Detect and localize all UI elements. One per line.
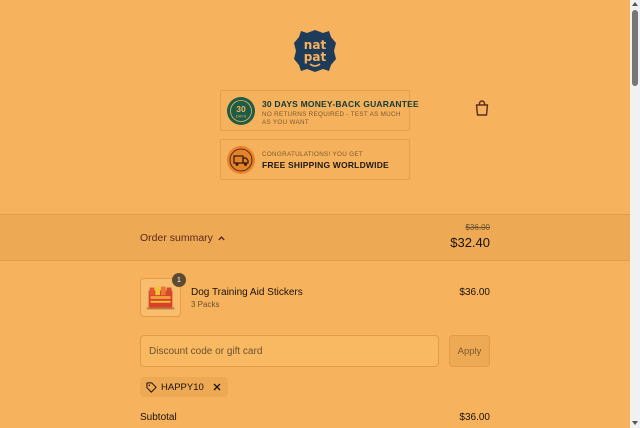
badge-unit: DAYS — [236, 114, 247, 119]
subtotal-value: $36.00 — [459, 412, 490, 423]
original-total: $36.00 — [465, 223, 490, 232]
vertical-scrollbar[interactable] — [630, 0, 640, 428]
scroll-down-arrow[interactable] — [632, 421, 638, 425]
guarantee-title: 30 DAYS MONEY-BACK GUARANTEE — [262, 99, 419, 109]
checkout-page: nat pat 30 DAYS 30 DAYS MONEY-BACK GUARA… — [0, 0, 630, 428]
apply-discount-button[interactable]: Apply — [449, 335, 490, 367]
guarantee-subtitle: NO RETURNS REQUIRED - TEST AS MUCH AS YO… — [262, 111, 401, 126]
applied-discount-tag: HAPPY10 — [140, 377, 228, 397]
shipping-banner: CONGRATULATIONS! YOU GET FREE SHIPPING W… — [220, 139, 410, 180]
guarantee-badge-icon: 30 DAYS — [227, 97, 255, 125]
quantity-badge: 1 — [172, 273, 186, 287]
close-icon[interactable] — [212, 382, 222, 392]
natpat-logo[interactable]: nat pat — [293, 29, 337, 73]
order-summary-bar[interactable]: Order summary $36.00 $32.40 — [0, 214, 630, 261]
delivery-truck-icon — [227, 146, 255, 174]
shipping-congrats: CONGRATULATIONS! YOU GET — [262, 151, 363, 158]
scroll-up-arrow[interactable] — [632, 2, 638, 6]
order-summary-label: Order summary — [140, 232, 213, 244]
product-price: $36.00 — [459, 287, 490, 298]
product-name: Dog Training Aid Stickers — [191, 287, 303, 298]
order-summary-toggle[interactable]: Order summary — [140, 232, 226, 244]
shipping-title: FREE SHIPPING WORLDWIDE — [262, 160, 389, 170]
tag-icon — [146, 381, 157, 393]
subtotal-label: Subtotal — [140, 412, 177, 423]
chevron-up-icon — [218, 235, 225, 240]
logo-text-bottom: pat — [304, 50, 327, 64]
order-total: $32.40 — [450, 235, 490, 250]
guarantee-banner: 30 DAYS 30 DAYS MONEY-BACK GUARANTEE NO … — [220, 90, 419, 131]
discount-code-input[interactable] — [140, 335, 439, 367]
shopping-bag-icon[interactable] — [474, 99, 490, 117]
badge-number: 30 — [236, 104, 246, 114]
discount-code-label: HAPPY10 — [161, 381, 204, 393]
scroll-thumb[interactable] — [632, 10, 638, 86]
product-variant: 3 Packs — [191, 300, 220, 309]
